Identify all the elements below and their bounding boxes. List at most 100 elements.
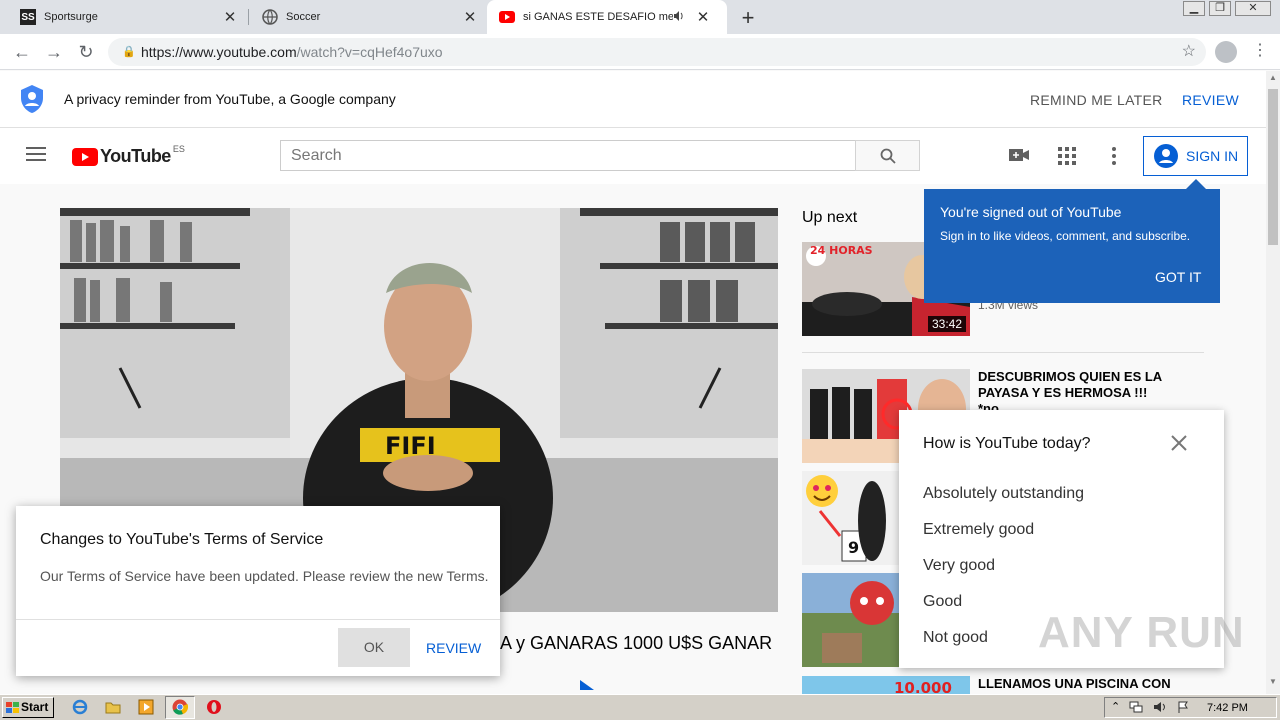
got-it-button[interactable]: GOT IT (1155, 269, 1201, 285)
tab-soccer[interactable]: Soccer ✕ (250, 0, 486, 34)
lock-icon: 🔒 (122, 46, 136, 58)
terms-of-service-dialog: Changes to YouTube's Terms of Service Ou… (16, 506, 500, 676)
tab-sportsurge[interactable]: SS Sportsurge ✕ (8, 0, 246, 34)
minimize-window-button[interactable]: ▁ (1183, 1, 1205, 16)
close-window-button[interactable]: ✕ (1235, 1, 1271, 16)
shield-icon (20, 84, 44, 119)
apps-grid-icon[interactable] (1058, 147, 1076, 170)
review-terms-button[interactable]: REVIEW (426, 640, 481, 656)
back-arrow-icon[interactable]: ← (10, 40, 34, 64)
youtube-masthead: YouTube ES Search SIGN IN (0, 128, 1266, 184)
close-tab-icon[interactable]: ✕ (220, 8, 240, 26)
search-button[interactable] (855, 140, 920, 171)
browser-toolbar: ← → ↻ 🔒 https://www.youtube.com/watch?v=… (0, 34, 1280, 70)
account-icon (1154, 144, 1178, 168)
sportsurge-favicon: SS (20, 9, 36, 25)
network-icon[interactable] (1129, 701, 1143, 716)
anyrun-watermark: ANY RUN (1038, 608, 1245, 657)
reload-icon[interactable]: ↻ (74, 40, 98, 64)
youtube-icon (499, 9, 515, 25)
tab-title: Soccer (286, 11, 321, 23)
tab-title: Sportsurge (44, 11, 98, 23)
browser-tab-strip: SS Sportsurge ✕ Soccer ✕ si GANAS ESTE D… (0, 0, 1280, 34)
page-scrollbar[interactable]: ▲ ▼ (1266, 71, 1280, 694)
maximize-window-button[interactable]: ❐ (1209, 1, 1231, 16)
settings-more-icon[interactable] (1112, 147, 1116, 170)
region-code: ES (172, 143, 185, 154)
video-title: A y GANARAS 1000 U$S GANAR (500, 633, 773, 653)
expand-arrow-icon (580, 680, 594, 690)
upnext-divider (802, 352, 1204, 353)
url-host: https://www.youtube.com (141, 44, 297, 60)
sign-in-label: SIGN IN (1186, 148, 1239, 164)
tooltip-title: You're signed out of YouTube (940, 204, 1122, 220)
scrollbar-thumb[interactable] (1268, 89, 1278, 245)
search-input[interactable]: Search (280, 140, 856, 171)
clock: 7:42 PM (1207, 702, 1248, 714)
upnext-thumbnail[interactable]: 10.000 (802, 676, 970, 694)
url-path: /watch?v=cqHef4o7uxo (296, 44, 443, 60)
tab-title: si GANAS ESTE DESAFIO me CO (523, 11, 673, 23)
new-tab-button[interactable]: + (738, 5, 758, 31)
sign-in-button[interactable]: SIGN IN (1143, 136, 1248, 176)
thumbnail-image: 10.000 (802, 676, 970, 694)
profile-avatar-icon[interactable] (1215, 41, 1237, 63)
tooltip-body: Sign in to like videos, comment, and sub… (940, 229, 1191, 243)
dialog-body: Our Terms of Service have been updated. … (40, 568, 489, 584)
survey-option[interactable]: Very good (923, 557, 995, 575)
video-duration: 33:42 (927, 316, 966, 332)
folder-icon[interactable] (105, 699, 121, 720)
forward-arrow-icon[interactable]: → (42, 40, 66, 64)
close-icon[interactable] (1171, 435, 1187, 456)
system-tray: ⌃ 7:42 PM (1104, 697, 1277, 718)
tray-expand-icon[interactable]: ⌃ (1111, 700, 1120, 713)
address-bar[interactable]: 🔒 https://www.youtube.com/watch?v=cqHef4… (108, 38, 1206, 66)
start-label: Start (21, 700, 49, 714)
chrome-icon (172, 699, 189, 720)
thumb-badge: 10.000 (894, 679, 952, 694)
signed-out-tooltip: You're signed out of YouTube Sign in to … (924, 179, 1220, 303)
chrome-taskbar-button[interactable] (165, 696, 195, 719)
tooltip-arrow (1186, 179, 1206, 189)
up-next-label: Up next (802, 209, 858, 226)
close-tab-icon[interactable]: ✕ (460, 8, 480, 26)
dialog-divider (16, 619, 500, 620)
scroll-down-arrow-icon[interactable]: ▼ (1269, 677, 1277, 689)
globe-icon (262, 9, 278, 25)
windows-flag-icon (6, 701, 19, 720)
survey-option[interactable]: Not good (923, 629, 988, 647)
volume-icon[interactable] (1153, 701, 1167, 716)
internet-explorer-icon[interactable] (72, 699, 88, 720)
privacy-review-button[interactable]: REVIEW (1182, 92, 1239, 108)
survey-option[interactable]: Extremely good (923, 521, 1034, 539)
dialog-title: Changes to YouTube's Terms of Service (40, 531, 324, 548)
speaker-icon[interactable] (673, 10, 687, 25)
search-icon (880, 148, 896, 164)
bookmark-star-icon[interactable]: ☆ (1182, 38, 1196, 66)
tab-separator (248, 9, 249, 25)
survey-option[interactable]: Good (923, 593, 962, 611)
youtube-logo[interactable]: YouTube ES (72, 143, 185, 167)
ok-button[interactable]: OK (338, 628, 410, 667)
create-video-icon[interactable] (1009, 147, 1029, 168)
windows-taskbar: Start ⌃ 7:42 PM (0, 694, 1280, 720)
start-button[interactable]: Start (2, 697, 54, 718)
survey-option[interactable]: Absolutely outstanding (923, 485, 1084, 503)
opera-icon[interactable] (206, 699, 222, 720)
scroll-up-arrow-icon[interactable]: ▲ (1269, 73, 1277, 85)
chrome-menu-icon[interactable]: ⋮ (1252, 40, 1268, 60)
hamburger-menu-icon[interactable] (26, 146, 46, 167)
thumb-badge: 9 (848, 538, 859, 557)
thumb-badge: 24 HORAS (810, 244, 873, 257)
youtube-play-icon (72, 147, 98, 166)
media-player-icon[interactable] (138, 699, 154, 720)
flag-icon[interactable] (1177, 701, 1189, 716)
logo-text: YouTube (100, 146, 171, 166)
tab-youtube-video[interactable]: si GANAS ESTE DESAFIO me CO ✕ (487, 0, 727, 34)
privacy-reminder-text: A privacy reminder from YouTube, a Googl… (64, 91, 396, 107)
close-tab-icon[interactable]: ✕ (693, 8, 713, 26)
privacy-reminder-bar: A privacy reminder from YouTube, a Googl… (0, 71, 1266, 128)
remind-me-later-button[interactable]: REMIND ME LATER (1030, 92, 1163, 108)
video-title[interactable]: LLENAMOS UNA PISCINA CON (978, 676, 1178, 692)
survey-question: How is YouTube today? (923, 435, 1091, 452)
